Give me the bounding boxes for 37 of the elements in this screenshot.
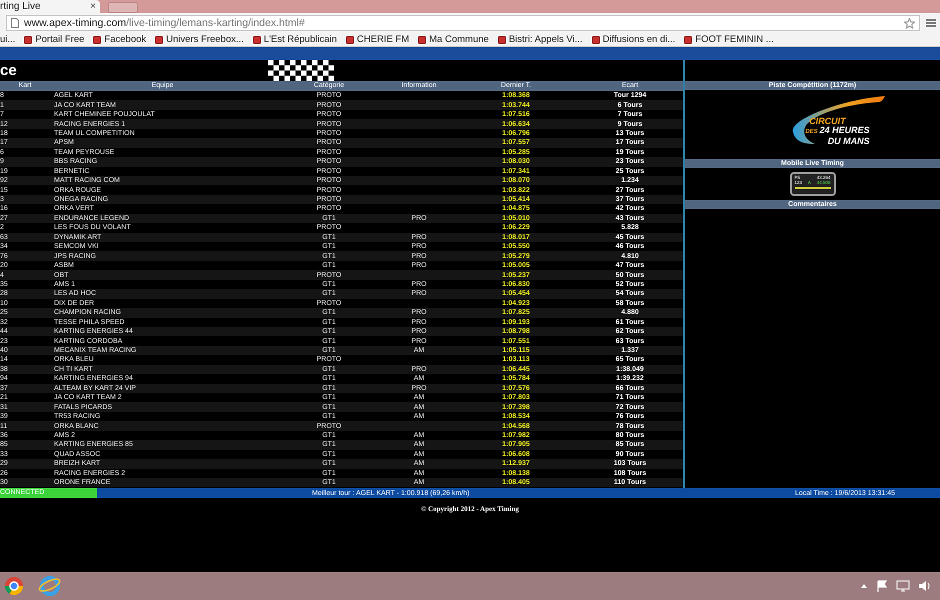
- page-title: ce: [0, 62, 17, 80]
- checkered-flag-icon: [268, 60, 334, 81]
- browser-icon[interactable]: [4, 576, 24, 596]
- bookmark-icon: [684, 36, 692, 44]
- flag-icon[interactable]: [876, 580, 888, 592]
- bookmark[interactable]: FOOT FEMININ ...: [684, 34, 774, 45]
- address-bar[interactable]: www.apex-timing.com/live-timing/lemans-karting/index.html#: [6, 15, 920, 31]
- bookmark-icon: [93, 36, 102, 44]
- bookmark[interactable]: ui...: [0, 34, 16, 45]
- logo-text: CIRCUIT: [809, 117, 846, 126]
- bookmark[interactable]: Ma Commune: [418, 34, 489, 45]
- page-icon: [11, 18, 19, 28]
- bookmark[interactable]: CHERIE FM: [346, 34, 410, 45]
- close-icon[interactable]: ×: [90, 1, 96, 12]
- star-icon[interactable]: [904, 18, 915, 28]
- menu-icon[interactable]: [926, 19, 936, 27]
- bookmark-icon: [346, 36, 354, 44]
- bookmark[interactable]: Bistri: Appels Vi...: [498, 34, 583, 45]
- chevron-up-icon[interactable]: [860, 583, 868, 589]
- bookmark-icon: [155, 36, 164, 44]
- bookmark[interactable]: Diffusions en di...: [592, 34, 676, 45]
- bookmark[interactable]: Univers Freebox...: [155, 34, 244, 45]
- bookmark[interactable]: Portail Free: [24, 34, 84, 45]
- url-text: www.apex-timing.com/live-timing/lemans-karting/index.html#: [24, 17, 306, 29]
- logo-text: 24 HEURES: [820, 126, 870, 135]
- logo-text: DU MANS: [828, 137, 870, 146]
- bookmark[interactable]: Facebook: [93, 34, 146, 45]
- speaker-icon[interactable]: [918, 580, 930, 592]
- bookmark-icon: [592, 36, 600, 44]
- globe-icon[interactable]: [38, 574, 62, 598]
- bookmark-icon: [252, 36, 261, 44]
- browser-tab[interactable]: rting Live ×: [0, 0, 100, 13]
- bookmark[interactable]: L'Est Républicain: [252, 34, 337, 45]
- monitor-icon[interactable]: [896, 580, 910, 592]
- bookmark-icon: [498, 36, 506, 44]
- bookmark-icon: [418, 36, 426, 44]
- bookmark-icon: [24, 36, 32, 44]
